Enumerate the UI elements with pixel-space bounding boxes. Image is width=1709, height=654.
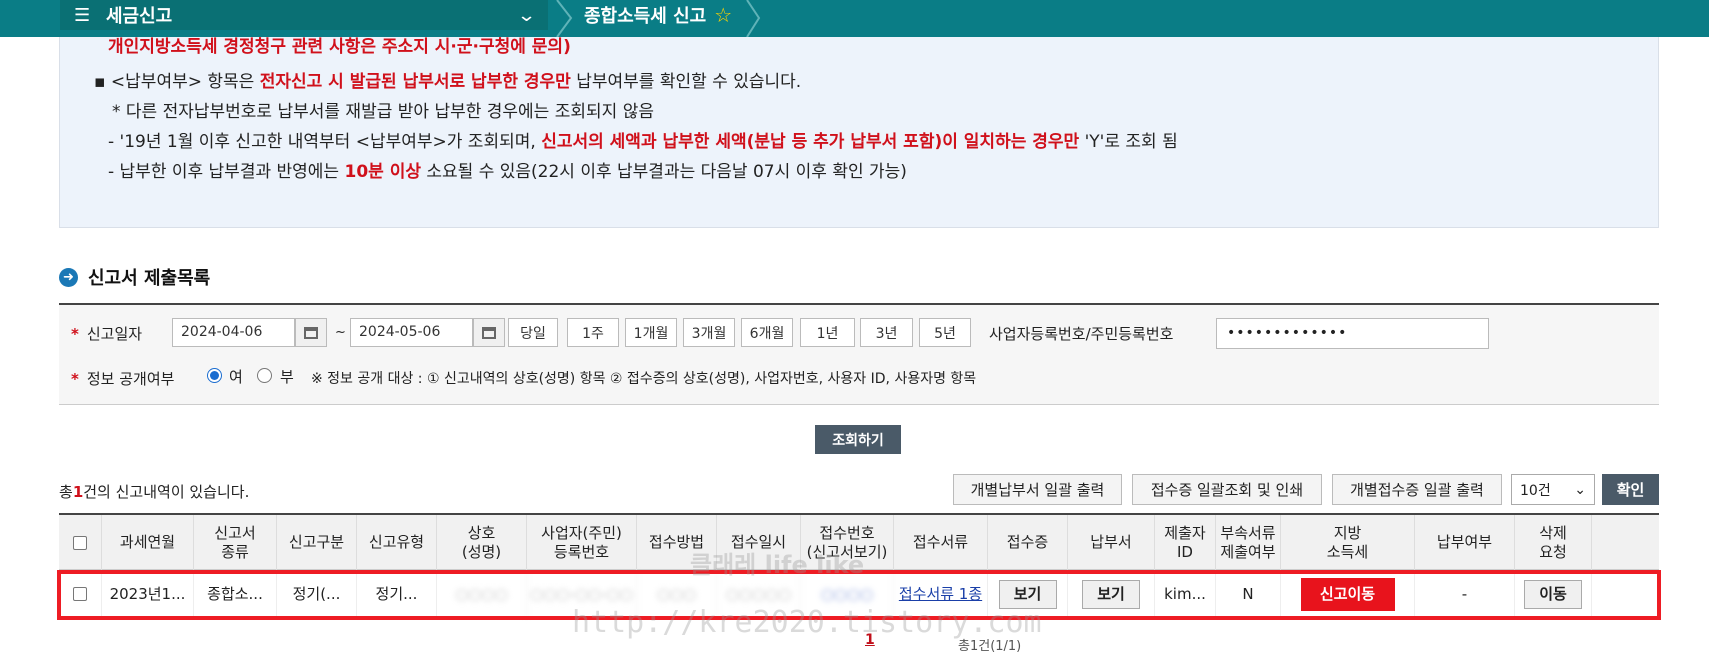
notice-line-inquiry: - '19년 1월 이후 신고한 내역부터 <납부여부>가 조회되며, 신고서의… (108, 127, 1178, 152)
period-6month-button[interactable]: 6개월 (741, 318, 793, 347)
search-form: * 신고일자 2024-04-06 ~ 2024-05-06 당일 1주 1개월 … (59, 303, 1659, 405)
disclose-note: ※ 정보 공개 대상 : ① 신고내역의 상호(성명) 항목 ② 접수증의 상호… (311, 371, 977, 387)
notice-line-local-tax: 개인지방소득세 경정청구 관련 사항은 주소지 시·군·구청에 문의) (108, 37, 571, 57)
notice-box: 개인지방소득세 경정청구 관련 사항은 주소지 시·군·구청에 문의) ▪ <납… (59, 37, 1659, 228)
period-3year-button[interactable]: 3년 (860, 318, 913, 347)
header-name: 상호 (성명) (437, 515, 527, 570)
header-attached: 부속서류 제출여부 (1216, 515, 1281, 570)
disclose-no-label: 부 (280, 368, 294, 386)
count-number: 1 (72, 483, 84, 501)
header-bill: 납부서 (1068, 515, 1155, 570)
page-size-value: 10건 (1520, 482, 1551, 499)
required-mark: * (71, 325, 79, 343)
notice-text: 소요될 수 있음(22시 이후 납부결과는 다음날 07시 이후 확인 가능) (420, 162, 907, 182)
header-text: 소득세 (1326, 542, 1369, 561)
required-mark: * (71, 370, 79, 388)
header-text: 접수번호 (819, 523, 875, 542)
arrow-right-circle-icon: ➜ (59, 267, 78, 287)
notice-highlight: 신고서의 세액과 납부한 세액(분납 등 추가 납부서 포함)이 일치하는 경우… (541, 132, 1080, 152)
date-to-input[interactable]: 2024-05-06 (350, 318, 473, 347)
header-text: 등록번호 (553, 542, 610, 561)
disclose-yes-radio[interactable] (207, 368, 222, 383)
bulk-receipt-print-button[interactable]: 접수증 일괄조회 및 인쇄 (1132, 474, 1322, 505)
notice-text: - 납부한 이후 납부결과 반영에는 (108, 162, 345, 182)
notice-line-reissue: * 다른 전자납부번호로 납부서를 재발급 받아 납부한 경우에는 조회되지 않… (112, 102, 654, 122)
header-text: 부속서류 (1220, 523, 1276, 542)
breadcrumb-current: 종합소득세 신고 (584, 6, 707, 27)
section-header: ➜ 신고서 제출목록 (59, 264, 210, 290)
notice-text: 'Y'로 조회 됨 (1079, 132, 1178, 152)
notice-text: 납부여부를 확인할 수 있습니다. (570, 72, 802, 92)
period-5year-button[interactable]: 5년 (919, 318, 971, 347)
notice-text: ▪ <납부여부> 항목은 (94, 72, 260, 92)
period-1month-button[interactable]: 1개월 (625, 318, 677, 347)
header-text: 제출자 (1164, 523, 1206, 542)
pagination-page-1[interactable]: 1 (865, 632, 875, 648)
header-submitter: 제출자 ID (1155, 515, 1216, 570)
date-label: * 신고일자 (71, 323, 142, 344)
header-year: 과세연월 (102, 515, 194, 570)
calendar-icon[interactable] (295, 318, 327, 347)
bulk-print-bills-button[interactable]: 개별납부서 일괄 출력 (953, 474, 1122, 505)
header-text: 삭제 (1539, 523, 1567, 542)
header-form: 신고유형 (357, 515, 437, 570)
star-icon[interactable]: ☆ (714, 3, 732, 27)
count-prefix: 총 (59, 483, 73, 501)
date-range-separator: ~ (335, 325, 346, 340)
breadcrumb: 종합소득세 신고 ☆ (584, 2, 732, 28)
header-kind: 신고서 종류 (194, 515, 277, 570)
calendar-icon[interactable] (473, 318, 505, 347)
date-from-input[interactable]: 2024-04-06 (172, 318, 295, 347)
notice-text: - '19년 1월 이후 신고한 내역부터 <납부여부>가 조회되며, (108, 132, 542, 152)
bulk-print-receipts-button[interactable]: 개별접수증 일괄 출력 (1332, 474, 1502, 505)
notice-line-delay: - 납부한 이후 납부결과 반영에는 10분 이상 소요될 수 있음(22시 이… (108, 157, 907, 182)
header-text: ID (1177, 542, 1193, 561)
header-text: 지방 (1333, 523, 1362, 542)
header-receipt: 접수증 (988, 515, 1068, 570)
header-type: 신고구분 (277, 515, 357, 570)
disclose-label-text: 정보 공개여부 (86, 370, 175, 388)
header-text: 신고서 (214, 523, 256, 542)
chevron-down-icon: ⌄ (1574, 481, 1586, 498)
chevron-down-icon[interactable]: ⌄ (517, 5, 537, 26)
id-number-input[interactable]: ••••••••••••• (1216, 318, 1489, 349)
confirm-button[interactable]: 확인 (1602, 474, 1659, 505)
hamburger-icon[interactable]: ☰ (74, 5, 96, 26)
period-3month-button[interactable]: 3개월 (683, 318, 735, 347)
header-delete: 삭제 요청 (1515, 515, 1592, 570)
menu-title: 세금신고 (106, 6, 173, 27)
header-select-all[interactable] (59, 515, 102, 570)
date-label-text: 신고일자 (86, 325, 143, 343)
section-title: 신고서 제출목록 (88, 268, 211, 289)
select-all-checkbox[interactable] (73, 535, 87, 550)
menu-dropdown[interactable]: ☰ 세금신고 ⌄ (60, 0, 548, 30)
period-1year-button[interactable]: 1년 (800, 318, 855, 347)
notice-highlight: 10분 이상 (344, 162, 421, 182)
notice-highlight: 전자신고 시 발급된 납부서로 납부한 경우만 (259, 72, 571, 92)
watermark-text: 클래레 life like (690, 551, 865, 579)
notice-line-payment: ▪ <납부여부> 항목은 전자신고 시 발급된 납부서로 납부한 경우만 납부여… (94, 67, 801, 92)
period-today-button[interactable]: 당일 (508, 318, 558, 347)
header-local-tax: 지방 소득세 (1281, 515, 1415, 570)
disclose-no-radio[interactable] (257, 368, 272, 383)
header-text: 사업자(주민) (541, 523, 622, 542)
header-docs: 접수서류 (894, 515, 988, 570)
count-suffix: 건의 신고내역이 있습니다. (83, 483, 250, 501)
header-text: (성명) (461, 542, 502, 561)
pagination-total: 총1건(1/1) (958, 639, 1022, 654)
disclose-label: * 정보 공개여부 (71, 368, 174, 389)
header-text: 요청 (1539, 542, 1567, 561)
header-biz-number: 사업자(주민) 등록번호 (527, 515, 637, 570)
disclose-yes-label: 여 (229, 368, 243, 386)
header-paid: 납부여부 (1415, 515, 1515, 570)
period-1week-button[interactable]: 1주 (567, 318, 619, 347)
header-text: 종류 (221, 542, 249, 561)
header-text: 제출여부 (1220, 542, 1276, 561)
breadcrumb-separator-icon (746, 0, 761, 37)
header-text: 상호 (467, 523, 496, 542)
query-button[interactable]: 조회하기 (815, 425, 901, 454)
id-label: 사업자등록번호/주민등록번호 (989, 325, 1174, 343)
page-size-select[interactable]: 10건 ⌄ (1511, 474, 1595, 505)
result-count: 총1건의 신고내역이 있습니다. (59, 481, 249, 502)
